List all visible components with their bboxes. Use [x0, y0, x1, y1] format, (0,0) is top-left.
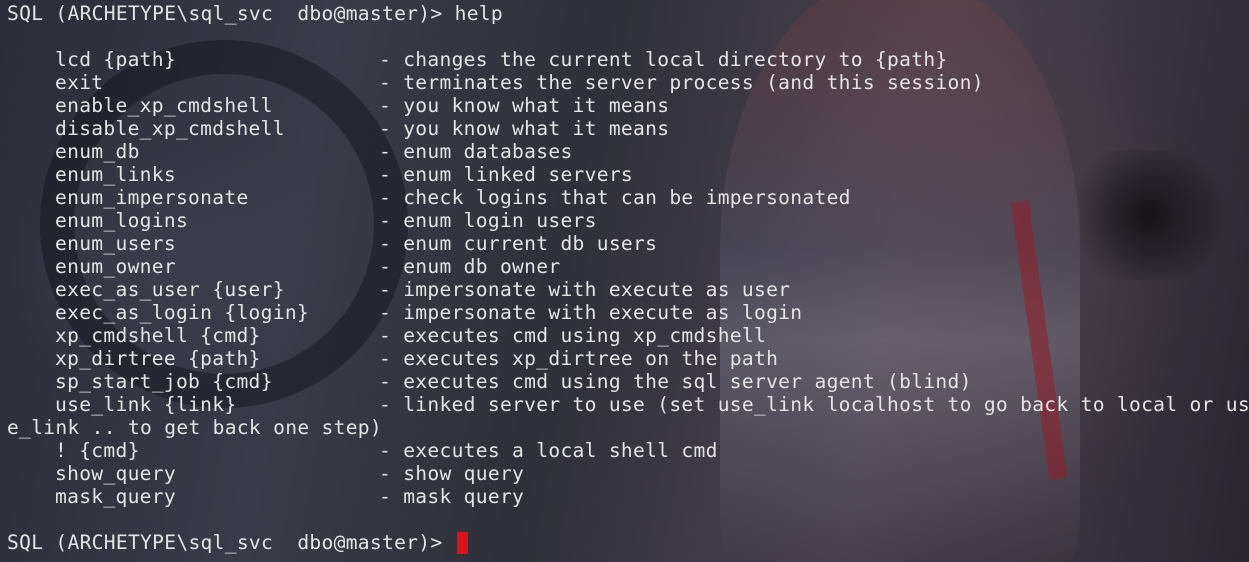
help-description: - show query [379, 462, 525, 485]
help-description: - you know what it means [379, 94, 670, 117]
help-description: - impersonate with execute as user [379, 278, 791, 301]
help-description: - impersonate with execute as login [379, 301, 803, 324]
help-row: sp_start_job {cmd} - executes cmd using t… [7, 370, 1249, 393]
terminal-window[interactable]: SQL (ARCHETYPE\sql_svc dbo@master)> help… [0, 0, 1249, 562]
help-description: - terminates the server process (and thi… [379, 71, 984, 94]
help-description: - check logins that can be impersonated [379, 186, 851, 209]
help-command: show_query [55, 462, 176, 485]
help-row: enum_users - enum current db users [7, 232, 1249, 255]
help-description: - enum login users [379, 209, 597, 232]
help-description: - changes the current local directory to… [379, 48, 948, 71]
help-command: enum_logins [55, 209, 189, 232]
help-command: use_link {link} [55, 393, 237, 416]
cursor[interactable] [456, 532, 468, 554]
prompt-line: SQL (ARCHETYPE\sql_svc dbo@master)> help [7, 2, 1249, 25]
help-row: enum_db - enum databases [7, 140, 1249, 163]
typed-command: help [454, 2, 503, 25]
help-description: - linked server to use (set use_link loc… [379, 393, 1249, 416]
help-command: exec_as_user {user} [55, 278, 285, 301]
prompt-text: SQL (ARCHETYPE\sql_svc dbo@master)> [7, 2, 443, 25]
help-row: disable_xp_cmdshell - you know what it me… [7, 117, 1249, 140]
help-row: enum_links - enum linked servers [7, 163, 1249, 186]
help-description: - enum current db users [379, 232, 658, 255]
help-description: - executes xp_dirtree on the path [379, 347, 779, 370]
help-description: - enum db owner [379, 255, 561, 278]
help-command: mask_query [55, 485, 176, 508]
help-row: lcd {path} - changes the current local di… [7, 48, 1249, 71]
help-description: - mask query [379, 485, 525, 508]
help-command: xp_cmdshell {cmd} [55, 324, 261, 347]
help-command: enum_db [55, 140, 140, 163]
help-command: exec_as_login {login} [55, 301, 310, 324]
help-row: enum_impersonate - check logins that can … [7, 186, 1249, 209]
help-row: xp_cmdshell {cmd} - executes cmd using xp… [7, 324, 1249, 347]
help-command: enum_impersonate [55, 186, 249, 209]
help-row: show_query - show query [7, 462, 1249, 485]
help-command: enum_users [55, 232, 176, 255]
help-row: enable_xp_cmdshell - you know what it mea… [7, 94, 1249, 117]
help-description: - enum linked servers [379, 163, 634, 186]
help-command: enum_links [55, 163, 176, 186]
help-row: enum_owner - enum db owner [7, 255, 1249, 278]
prompt-line-active[interactable]: SQL (ARCHETYPE\sql_svc dbo@master)> [7, 531, 1249, 554]
help-command: xp_dirtree {path} [55, 347, 261, 370]
help-row: mask_query - mask query [7, 485, 1249, 508]
prompt-text: SQL (ARCHETYPE\sql_svc dbo@master)> [7, 531, 443, 554]
help-command: disable_xp_cmdshell [55, 117, 285, 140]
help-row: exit - terminates the server process (and… [7, 71, 1249, 94]
help-command: lcd {path} [55, 48, 176, 71]
help-command: enable_xp_cmdshell [55, 94, 273, 117]
help-wrapped-text: e_link .. to get back one step) [7, 416, 382, 439]
help-command: sp_start_job {cmd} [55, 370, 273, 393]
help-row: xp_dirtree {path} - executes xp_dirtree o… [7, 347, 1249, 370]
terminal-output: SQL (ARCHETYPE\sql_svc dbo@master)> help… [7, 2, 1249, 554]
help-row: e_link .. to get back one step) [7, 416, 1249, 439]
help-description: - enum databases [379, 140, 573, 163]
help-row: use_link {link} - linked server to use (s… [7, 393, 1249, 416]
help-description: - executes cmd using the sql server agen… [379, 370, 972, 393]
help-description: - executes a local shell cmd [379, 439, 718, 462]
help-command: ! {cmd} [55, 439, 140, 462]
help-command: exit [55, 71, 104, 94]
help-command: enum_owner [55, 255, 176, 278]
help-row: exec_as_user {user} - impersonate with ex… [7, 278, 1249, 301]
help-description: - you know what it means [379, 117, 670, 140]
help-row: enum_logins - enum login users [7, 209, 1249, 232]
help-row: ! {cmd} - executes a local shell cmd [7, 439, 1249, 462]
help-description: - executes cmd using xp_cmdshell [379, 324, 767, 347]
help-row: exec_as_login {login} - impersonate with … [7, 301, 1249, 324]
